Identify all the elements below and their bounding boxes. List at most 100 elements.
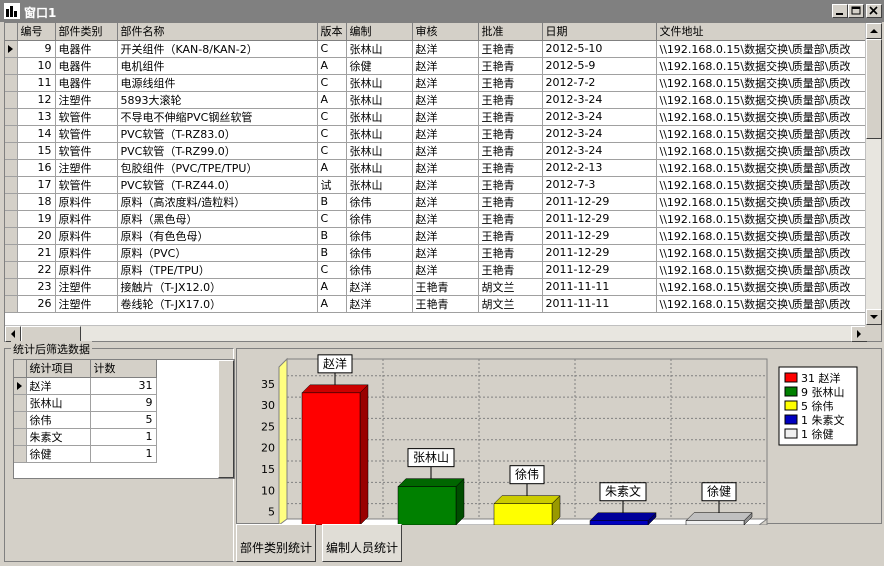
cell-date[interactable]: 2011-11-11 (542, 295, 657, 313)
table-row[interactable]: 17 软管件 PVC软管（T-RZ44.0）试张林山 赵洋 王艳青 2012-7-3 \\1… (5, 176, 869, 194)
cell-version[interactable]: 试 (317, 176, 347, 194)
cell-category[interactable]: 软管件 (55, 176, 118, 194)
cell-category[interactable]: 软管件 (55, 142, 118, 160)
cell-approver[interactable]: 王艳青 (478, 193, 543, 211)
cell-approver[interactable]: 王艳青 (478, 210, 543, 228)
cell-date[interactable]: 2011-12-29 (542, 210, 657, 228)
scroll-up-button[interactable] (866, 23, 882, 39)
cell-date[interactable]: 2011-12-29 (542, 227, 657, 245)
cell-version[interactable]: A (317, 91, 347, 109)
cell-part-name[interactable]: 电源线组件 (117, 74, 318, 92)
cell-author[interactable]: 徐伟 (346, 227, 413, 245)
cell-reviewer[interactable]: 王艳青 (412, 295, 479, 313)
cell-id[interactable]: 11 (17, 74, 56, 92)
table-row[interactable]: 23 注塑件 接触片（T-JX12.0） A 赵洋 王艳青 胡文兰 2011-11-11 \\1… (5, 278, 869, 296)
col-header-approver[interactable]: 批准 (478, 23, 543, 41)
table-row[interactable]: 13 软管件 不导电不伸缩PVC钢丝软管 C 张林山 赵洋 王艳青 2012-3-24 \\19… (5, 108, 869, 126)
cell-author[interactable]: 徐伟 (346, 261, 413, 279)
row-indicator[interactable] (5, 176, 18, 194)
table-row[interactable]: 22 原料件 原料（TPE/TPU） C 徐伟 赵洋 王艳青 2011-12-29 \\192.… (5, 261, 869, 279)
cell-file-path[interactable]: \\192.168.0.15\数据交换\质量部\质改 (656, 40, 869, 58)
cell-author[interactable]: 张林山 (346, 125, 413, 143)
cell-version[interactable]: C (317, 261, 347, 279)
cell-category[interactable]: 电器件 (55, 74, 118, 92)
cell-approver[interactable]: 王艳青 (478, 176, 543, 194)
cell-reviewer[interactable]: 赵洋 (412, 91, 479, 109)
table-row[interactable]: 18 原料件 原料（高浓度料/造粒料） B 徐伟 赵洋 王艳青 2011-12-29 \\192… (5, 193, 869, 211)
cell-version[interactable]: C (317, 142, 347, 160)
cell-reviewer[interactable]: 赵洋 (412, 108, 479, 126)
cell-id[interactable]: 14 (17, 125, 56, 143)
tab-category-stats[interactable]: 部件类别统计 (236, 524, 316, 562)
stats-cell-count[interactable]: 5 (90, 411, 157, 429)
cell-category[interactable]: 软管件 (55, 108, 118, 126)
cell-file-path[interactable]: \\192.168.0.15\数据交换\质量部\质改 (656, 244, 869, 262)
cell-approver[interactable]: 王艳青 (478, 57, 543, 75)
cell-reviewer[interactable]: 赵洋 (412, 40, 479, 58)
cell-approver[interactable]: 王艳青 (478, 74, 543, 92)
cell-part-name[interactable]: 开关组件（KAN-8/KAN-2） (117, 40, 318, 58)
cell-id[interactable]: 12 (17, 91, 56, 109)
stats-cell-item[interactable]: 徐伟 (26, 411, 91, 429)
cell-category[interactable]: 原料件 (55, 193, 118, 211)
stats-cell-count[interactable]: 1 (90, 428, 157, 446)
cell-version[interactable]: C (317, 125, 347, 143)
cell-file-path[interactable]: \\192.168.0.15\数据交换\质量部\质改 (656, 57, 869, 75)
cell-file-path[interactable]: \\192.168.0.15\数据交换\质量部\质改 (656, 210, 869, 228)
cell-author[interactable]: 徐伟 (346, 193, 413, 211)
cell-reviewer[interactable]: 赵洋 (412, 227, 479, 245)
cell-approver[interactable]: 王艳青 (478, 91, 543, 109)
stats-row[interactable]: 赵洋 31 (14, 377, 157, 395)
cell-file-path[interactable]: \\192.168.0.15\数据交换\质量部\质改 (656, 159, 869, 177)
stats-row[interactable]: 徐健 1 (14, 445, 157, 463)
stats-row-indicator[interactable] (14, 411, 27, 429)
row-indicator[interactable] (5, 159, 18, 177)
cell-part-name[interactable]: 电机组件 (117, 57, 318, 75)
cell-part-name[interactable]: 卷线轮（T-JX17.0） (117, 295, 318, 313)
cell-date[interactable]: 2011-12-29 (542, 193, 657, 211)
cell-id[interactable]: 22 (17, 261, 56, 279)
cell-reviewer[interactable]: 赵洋 (412, 142, 479, 160)
cell-category[interactable]: 原料件 (55, 210, 118, 228)
col-header-file-path[interactable]: 文件地址 (656, 23, 869, 41)
table-row[interactable]: 26 注塑件 卷线轮（T-JX17.0） A 赵洋 王艳青 胡文兰 2011-11-11 \\1… (5, 295, 869, 313)
maximize-button[interactable] (848, 4, 864, 18)
cell-reviewer[interactable]: 赵洋 (412, 159, 479, 177)
cell-reviewer[interactable]: 赵洋 (412, 210, 479, 228)
grid-horizontal-scrollbar[interactable] (5, 325, 867, 342)
table-row[interactable]: 21 原料件 原料（PVC） B 徐伟 赵洋 王艳青 2011-12-29 \\192.168.… (5, 244, 869, 262)
cell-version[interactable]: A (317, 278, 347, 296)
cell-part-name[interactable]: 包胶组件（PVC/TPE/TPU） (117, 159, 318, 177)
cell-approver[interactable]: 胡文兰 (478, 295, 543, 313)
cell-reviewer[interactable]: 赵洋 (412, 244, 479, 262)
cell-date[interactable]: 2011-12-29 (542, 244, 657, 262)
cell-file-path[interactable]: \\192.168.0.15\数据交换\质量部\质改 (656, 125, 869, 143)
cell-file-path[interactable]: \\192.168.0.15\数据交换\质量部\质改 (656, 176, 869, 194)
row-indicator[interactable] (5, 57, 18, 75)
cell-category[interactable]: 电器件 (55, 40, 118, 58)
cell-category[interactable]: 原料件 (55, 244, 118, 262)
col-header-reviewer[interactable]: 审核 (412, 23, 479, 41)
stats-col-count[interactable]: 计数 (90, 360, 157, 378)
cell-id[interactable]: 18 (17, 193, 56, 211)
cell-approver[interactable]: 王艳青 (478, 227, 543, 245)
cell-date[interactable]: 2012-5-10 (542, 40, 657, 58)
cell-version[interactable]: A (317, 57, 347, 75)
cell-approver[interactable]: 王艳青 (478, 108, 543, 126)
row-indicator[interactable] (5, 193, 18, 211)
cell-file-path[interactable]: \\192.168.0.15\数据交换\质量部\质改 (656, 91, 869, 109)
stats-row[interactable]: 徐伟 5 (14, 411, 157, 429)
cell-version[interactable]: C (317, 74, 347, 92)
cell-part-name[interactable]: PVC软管（T-RZ44.0） (117, 176, 318, 194)
cell-id[interactable]: 23 (17, 278, 56, 296)
row-indicator[interactable] (5, 278, 18, 296)
col-header-category[interactable]: 部件类别 (55, 23, 118, 41)
horizontal-scroll-thumb[interactable] (21, 326, 81, 342)
cell-author[interactable]: 张林山 (346, 159, 413, 177)
row-indicator[interactable] (5, 125, 18, 143)
cell-category[interactable]: 电器件 (55, 57, 118, 75)
cell-part-name[interactable]: PVC软管（T-RZ99.0） (117, 142, 318, 160)
cell-category[interactable]: 注塑件 (55, 159, 118, 177)
cell-approver[interactable]: 王艳青 (478, 244, 543, 262)
cell-file-path[interactable]: \\192.168.0.15\数据交换\质量部\质改 (656, 74, 869, 92)
